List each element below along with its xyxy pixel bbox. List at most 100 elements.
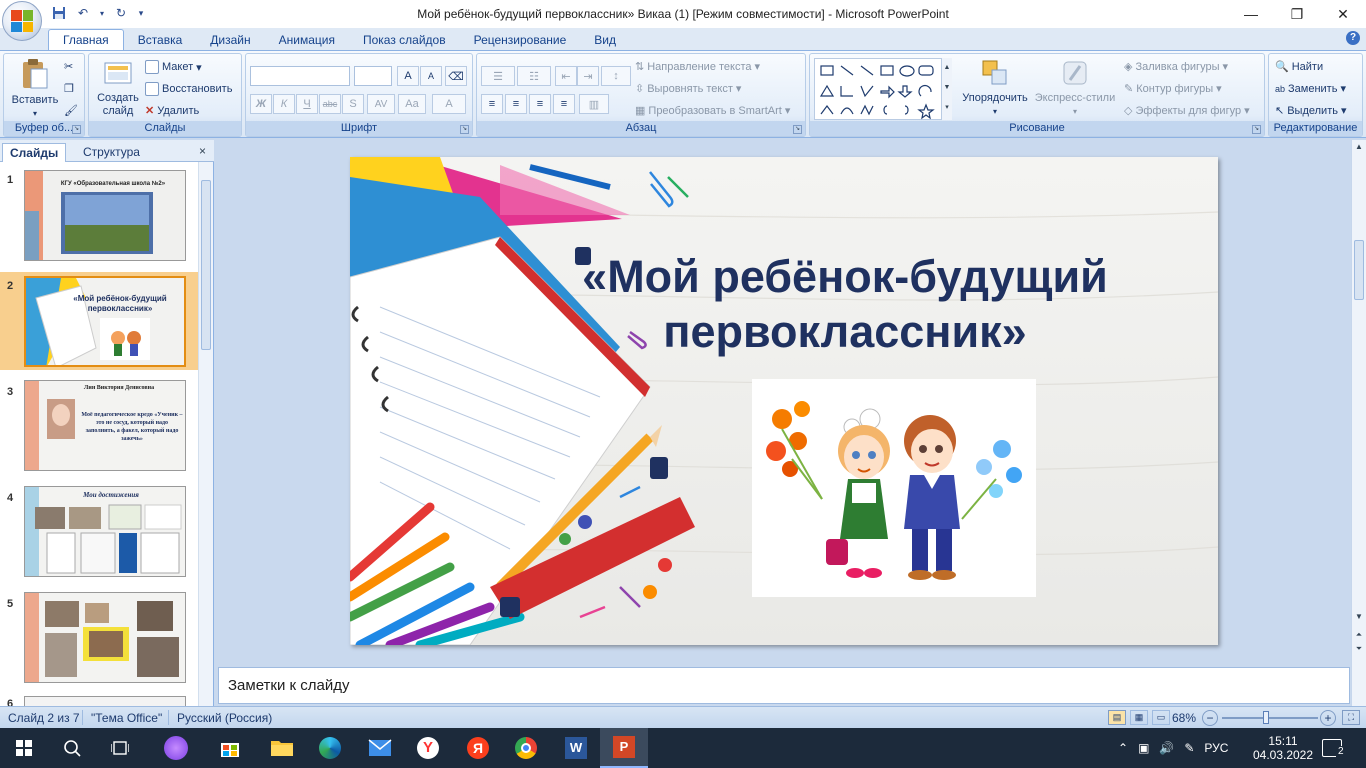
paragraph-launcher-icon[interactable]: ↘ — [793, 125, 802, 134]
thumbnail-3[interactable]: 3 Лин Виктория Денисовна Моё педагогичес… — [0, 374, 198, 478]
notes-pane[interactable]: Заметки к слайду — [218, 667, 1350, 704]
slide-canvas[interactable]: «Мой ребёнок-будущий первоклассник» — [350, 157, 1218, 645]
children-illustration[interactable] — [752, 379, 1036, 597]
bullets-icon[interactable]: ☰ — [481, 66, 515, 86]
office-button[interactable] — [2, 1, 42, 41]
clear-formatting-icon[interactable]: ⌫ — [445, 66, 467, 86]
show-hidden-icons[interactable]: ⌃ — [1118, 741, 1128, 755]
word-icon[interactable]: W — [552, 728, 600, 768]
tab-outline-panel[interactable]: Структура — [76, 143, 147, 162]
search-icon[interactable] — [48, 728, 96, 768]
copy-icon[interactable]: ❐ — [64, 82, 74, 95]
yandex-icon[interactable]: Я — [454, 728, 502, 768]
align-center-icon[interactable]: ≡ — [505, 94, 527, 114]
slide-title[interactable]: «Мой ребёнок-будущий первоклассник» — [540, 249, 1150, 359]
clock[interactable]: 15:11 04.03.2022 — [1253, 728, 1313, 768]
text-direction-button[interactable]: ⇅ Направление текста ▾ — [635, 60, 760, 74]
input-language[interactable]: РУС — [1204, 741, 1228, 755]
shadow-button[interactable]: S — [342, 94, 364, 114]
zoom-level[interactable]: 68% — [1172, 711, 1196, 725]
close-button[interactable]: ✕ — [1320, 0, 1366, 28]
tab-slides-panel[interactable]: Слайды — [2, 143, 67, 162]
panel-close-icon[interactable]: × — [199, 144, 206, 158]
store-icon[interactable] — [206, 728, 254, 768]
panel-scroll-thumb[interactable] — [201, 180, 211, 350]
paste-button[interactable]: Вставить ▾ — [8, 58, 62, 120]
slideshow-view-icon[interactable]: ▭ — [1152, 710, 1170, 725]
zoom-in-icon[interactable]: + — [1320, 710, 1336, 726]
strikethrough-button[interactable]: abc — [319, 94, 341, 114]
new-slide-button[interactable]: Создать слайд — [93, 58, 143, 118]
select-button[interactable]: ↖ Выделить ▾ — [1275, 104, 1347, 118]
thumbnail-1[interactable]: 1 КГУ «Образовательная школа №2» — [0, 162, 198, 266]
drawing-launcher-icon[interactable]: ↘ — [1252, 125, 1261, 134]
yandex-browser-icon[interactable]: Y — [404, 728, 452, 768]
scroll-up-icon[interactable]: ▲ — [1352, 140, 1366, 154]
justify-icon[interactable]: ≡ — [553, 94, 575, 114]
arrange-button[interactable]: Упорядочить ▾ — [958, 58, 1032, 118]
tab-animation[interactable]: Анимация — [265, 30, 349, 50]
bold-button[interactable]: Ж — [250, 94, 272, 114]
clipboard-launcher-icon[interactable]: ↘ — [72, 125, 81, 134]
edge-icon[interactable] — [306, 728, 354, 768]
shape-outline-button[interactable]: ✎ Контур фигуры ▾ — [1124, 82, 1222, 96]
italic-button[interactable]: К — [273, 94, 295, 114]
shrink-font-button[interactable]: A — [420, 66, 442, 86]
scroll-down-icon[interactable]: ▼ — [1352, 610, 1366, 624]
normal-view-icon[interactable]: ▤ — [1108, 710, 1126, 725]
shape-effects-button[interactable]: ◇ Эффекты для фигур ▾ — [1124, 104, 1250, 118]
cut-icon[interactable]: ✂ — [64, 60, 73, 73]
help-icon[interactable]: ? — [1346, 31, 1360, 45]
fit-to-window-icon[interactable]: ⛶ — [1342, 710, 1360, 725]
align-text-button[interactable]: ⇳ Выровнять текст ▾ — [635, 82, 741, 96]
tab-review[interactable]: Рецензирование — [460, 30, 581, 50]
increase-indent-icon[interactable]: ⇥ — [577, 66, 599, 86]
thumbnail-2[interactable]: 2 «Мой ребёнок-будущий первоклассник» — [0, 272, 198, 370]
file-explorer-icon[interactable] — [258, 728, 306, 768]
language-status[interactable]: Русский (Россия) — [177, 711, 272, 725]
find-button[interactable]: 🔍 Найти — [1275, 60, 1323, 74]
restore-button[interactable]: ❐ — [1274, 0, 1320, 28]
prev-slide-icon[interactable]: ⏶ — [1352, 628, 1366, 642]
font-size-combo[interactable] — [354, 66, 392, 86]
replace-button[interactable]: ab Заменить ▾ — [1275, 82, 1346, 96]
minimize-button[interactable]: — — [1228, 0, 1274, 28]
quick-styles-button[interactable]: Экспресс-стили ▾ — [1032, 58, 1118, 118]
main-scrollbar[interactable]: ▲ ▼ ⏶ ⏷ — [1351, 140, 1366, 706]
notifications-button[interactable]: 2 — [1322, 728, 1346, 768]
align-right-icon[interactable]: ≡ — [529, 94, 551, 114]
thumbnail-4[interactable]: 4 Мои достижения — [0, 480, 198, 584]
reset-button[interactable]: Восстановить — [145, 82, 232, 96]
volume-icon[interactable]: 🔊 — [1159, 741, 1174, 755]
panel-scrollbar[interactable] — [198, 162, 213, 706]
tab-home[interactable]: Главная — [48, 29, 124, 50]
slide-sorter-view-icon[interactable]: ▦ — [1130, 710, 1148, 725]
decrease-indent-icon[interactable]: ⇤ — [555, 66, 577, 86]
tab-insert[interactable]: Вставка — [124, 30, 197, 50]
main-scroll-thumb[interactable] — [1354, 240, 1364, 300]
format-painter-icon[interactable]: 🖌 — [64, 104, 78, 117]
zoom-out-icon[interactable]: − — [1202, 710, 1218, 726]
tab-slideshow[interactable]: Показ слайдов — [349, 30, 460, 50]
thumbnail-6[interactable]: 6 — [0, 692, 198, 706]
font-family-combo[interactable] — [250, 66, 350, 86]
thumbnail-5[interactable]: 5 — [0, 586, 198, 690]
tab-view[interactable]: Вид — [580, 30, 630, 50]
line-spacing-icon[interactable]: ↕ — [601, 66, 631, 86]
mail-icon[interactable] — [356, 728, 404, 768]
grow-font-button[interactable]: A — [397, 66, 419, 86]
shapes-gallery[interactable] — [814, 58, 952, 120]
task-view-icon[interactable] — [96, 728, 144, 768]
shapes-scroll[interactable]: ▲ ▼ ▾ — [941, 58, 952, 120]
shape-fill-button[interactable]: ◈ Заливка фигуры ▾ — [1124, 60, 1228, 74]
underline-button[interactable]: Ч — [296, 94, 318, 114]
columns-icon[interactable]: ▥ — [579, 94, 609, 114]
alice-assistant-icon[interactable] — [152, 728, 200, 768]
start-button[interactable] — [0, 728, 48, 768]
align-left-icon[interactable]: ≡ — [481, 94, 503, 114]
next-slide-icon[interactable]: ⏷ — [1352, 642, 1366, 656]
font-launcher-icon[interactable]: ↘ — [460, 125, 469, 134]
zoom-slider-thumb[interactable] — [1262, 711, 1269, 724]
font-color-button[interactable]: A — [432, 94, 466, 114]
change-case-button[interactable]: Aa — [398, 94, 426, 114]
